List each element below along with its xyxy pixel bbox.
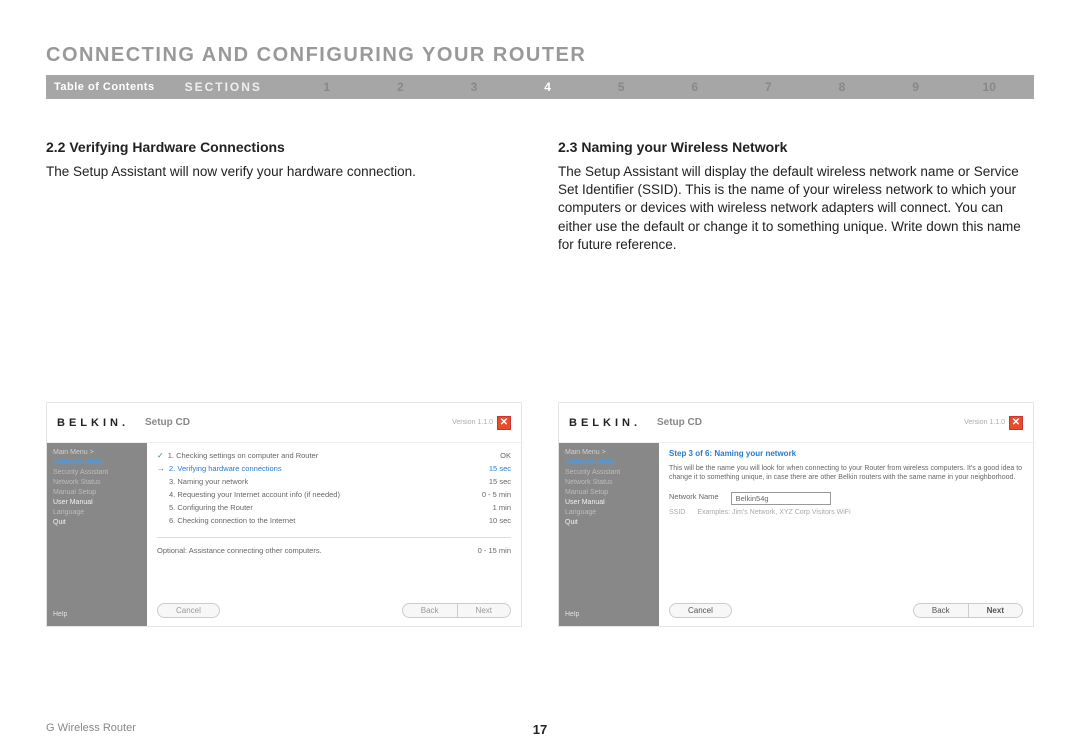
shot2-description: This will be the name you will look for … [669, 464, 1023, 482]
nav-section-4[interactable]: 4 [511, 80, 585, 94]
sidebar-item-main-menu[interactable]: Main Menu > [53, 449, 141, 456]
nav-section-3[interactable]: 3 [437, 80, 511, 94]
table-row: 6. Checking connection to the Internet 1… [157, 514, 511, 527]
sidebar-item-network-status[interactable]: Network Status [565, 479, 653, 486]
nav-toc-link[interactable]: Table of Contents [54, 81, 155, 93]
network-name-input[interactable]: Belkin54g [731, 492, 831, 505]
nav-section-1[interactable]: 1 [290, 80, 364, 94]
nav-section-7[interactable]: 7 [732, 80, 806, 94]
shot1-app-title: Setup CD [145, 417, 190, 428]
step-estimate: 10 sec [489, 516, 511, 525]
nav-section-2[interactable]: 2 [364, 80, 438, 94]
shot2-app-title: Setup CD [657, 417, 702, 428]
section-nav-bar: Table of Contents SECTIONS 1 2 3 4 5 6 7… [46, 75, 1034, 99]
back-button[interactable]: Back [913, 603, 968, 618]
sidebar-item-language[interactable]: Language [565, 509, 653, 516]
sidebar-item-network-status[interactable]: Network Status [53, 479, 141, 486]
sidebar-item-security-assistant[interactable]: Security Assistant [53, 469, 141, 476]
shot1-content: ✓1. Checking settings on computer and Ro… [147, 443, 521, 626]
ssid-label: SSID [669, 509, 685, 516]
step-estimate: 15 sec [489, 477, 511, 486]
optional-label: Optional: Assistance connecting other co… [157, 546, 322, 555]
shot2-step-heading: Step 3 of 6: Naming your network [669, 449, 1023, 458]
step-estimate: 15 sec [489, 464, 511, 473]
close-icon[interactable]: ✕ [497, 416, 511, 430]
sidebar-item-user-manual[interactable]: User Manual [53, 499, 141, 506]
arrow-right-icon: → [157, 464, 165, 473]
heading-2-2: 2.2 Verifying Hardware Connections [46, 139, 522, 155]
step-estimate: 0 - 5 min [482, 490, 511, 499]
shot1-steps-table: ✓1. Checking settings on computer and Ro… [157, 449, 511, 555]
nav-section-9[interactable]: 9 [879, 80, 953, 94]
sidebar-item-security-assistant[interactable]: Security Assistant [565, 469, 653, 476]
table-row: 5. Configuring the Router 1 min [157, 501, 511, 514]
network-name-label: Network Name [669, 492, 719, 501]
check-icon: ✓ [157, 451, 164, 460]
next-button[interactable]: Next [457, 603, 511, 618]
sidebar-item-setup-assistant[interactable]: Setup Assistant [565, 459, 653, 466]
cancel-button[interactable]: Cancel [157, 603, 220, 618]
column-left: 2.2 Verifying Hardware Connections The S… [46, 139, 522, 254]
ssid-examples: Examples: Jim's Network, XYZ Corp Visito… [697, 509, 850, 516]
column-right: 2.3 Naming your Wireless Network The Set… [558, 139, 1034, 254]
optional-estimate: 0 - 15 min [478, 546, 511, 555]
sidebar-item-help[interactable]: Help [53, 611, 67, 618]
back-button[interactable]: Back [402, 603, 457, 618]
sidebar-item-manual-setup[interactable]: Manual Setup [565, 489, 653, 496]
page-title: CONNECTING AND CONFIGURING YOUR ROUTER [46, 44, 1034, 67]
step-estimate: OK [500, 451, 511, 460]
step-estimate: 1 min [493, 503, 511, 512]
shot2-sidebar: Main Menu > Setup Assistant Security Ass… [559, 443, 659, 626]
screenshot-naming-network: BELKIN. Setup CD Version 1.1.0 ✕ Main Me… [558, 402, 1034, 627]
belkin-logo: BELKIN. [57, 417, 129, 429]
sidebar-item-setup-assistant[interactable]: Setup Assistant [53, 459, 141, 466]
table-row: 4. Requesting your Internet account info… [157, 488, 511, 501]
nav-sections-label: SECTIONS [185, 80, 262, 94]
close-icon[interactable]: ✕ [1009, 416, 1023, 430]
sidebar-item-language[interactable]: Language [53, 509, 141, 516]
nav-section-10[interactable]: 10 [952, 80, 1026, 94]
footer-product-name: G Wireless Router [46, 722, 136, 734]
page-footer: G Wireless Router 17 [46, 722, 1034, 734]
sidebar-item-quit[interactable]: Quit [565, 519, 653, 526]
screenshot-verify-hardware: BELKIN. Setup CD Version 1.1.0 ✕ Main Me… [46, 402, 522, 627]
table-row: →2. Verifying hardware connections 15 se… [157, 462, 511, 475]
sidebar-item-user-manual[interactable]: User Manual [565, 499, 653, 506]
shot1-header: BELKIN. Setup CD Version 1.1.0 ✕ [47, 403, 521, 443]
nav-section-6[interactable]: 6 [658, 80, 732, 94]
table-row: ✓1. Checking settings on computer and Ro… [157, 449, 511, 462]
heading-2-3: 2.3 Naming your Wireless Network [558, 139, 1034, 155]
sidebar-item-quit[interactable]: Quit [53, 519, 141, 526]
shot2-content: Step 3 of 6: Naming your network This wi… [659, 443, 1033, 626]
nav-section-8[interactable]: 8 [805, 80, 879, 94]
table-row: 3. Naming your network 15 sec [157, 475, 511, 488]
optional-row: Optional: Assistance connecting other co… [157, 537, 511, 555]
shot2-header: BELKIN. Setup CD Version 1.1.0 ✕ [559, 403, 1033, 443]
cancel-button[interactable]: Cancel [669, 603, 732, 618]
sidebar-item-help[interactable]: Help [565, 611, 579, 618]
sidebar-item-main-menu[interactable]: Main Menu > [565, 449, 653, 456]
shot1-version-label: Version 1.1.0 [452, 419, 493, 426]
shot1-sidebar: Main Menu > Setup Assistant Security Ass… [47, 443, 147, 626]
page-number: 17 [533, 722, 547, 737]
sidebar-item-manual-setup[interactable]: Manual Setup [53, 489, 141, 496]
belkin-logo: BELKIN. [569, 417, 641, 429]
body-text-left: The Setup Assistant will now verify your… [46, 163, 522, 181]
nav-section-5[interactable]: 5 [584, 80, 658, 94]
next-button[interactable]: Next [968, 603, 1023, 618]
shot2-version-label: Version 1.1.0 [964, 419, 1005, 426]
body-text-right: The Setup Assistant will display the def… [558, 163, 1034, 254]
